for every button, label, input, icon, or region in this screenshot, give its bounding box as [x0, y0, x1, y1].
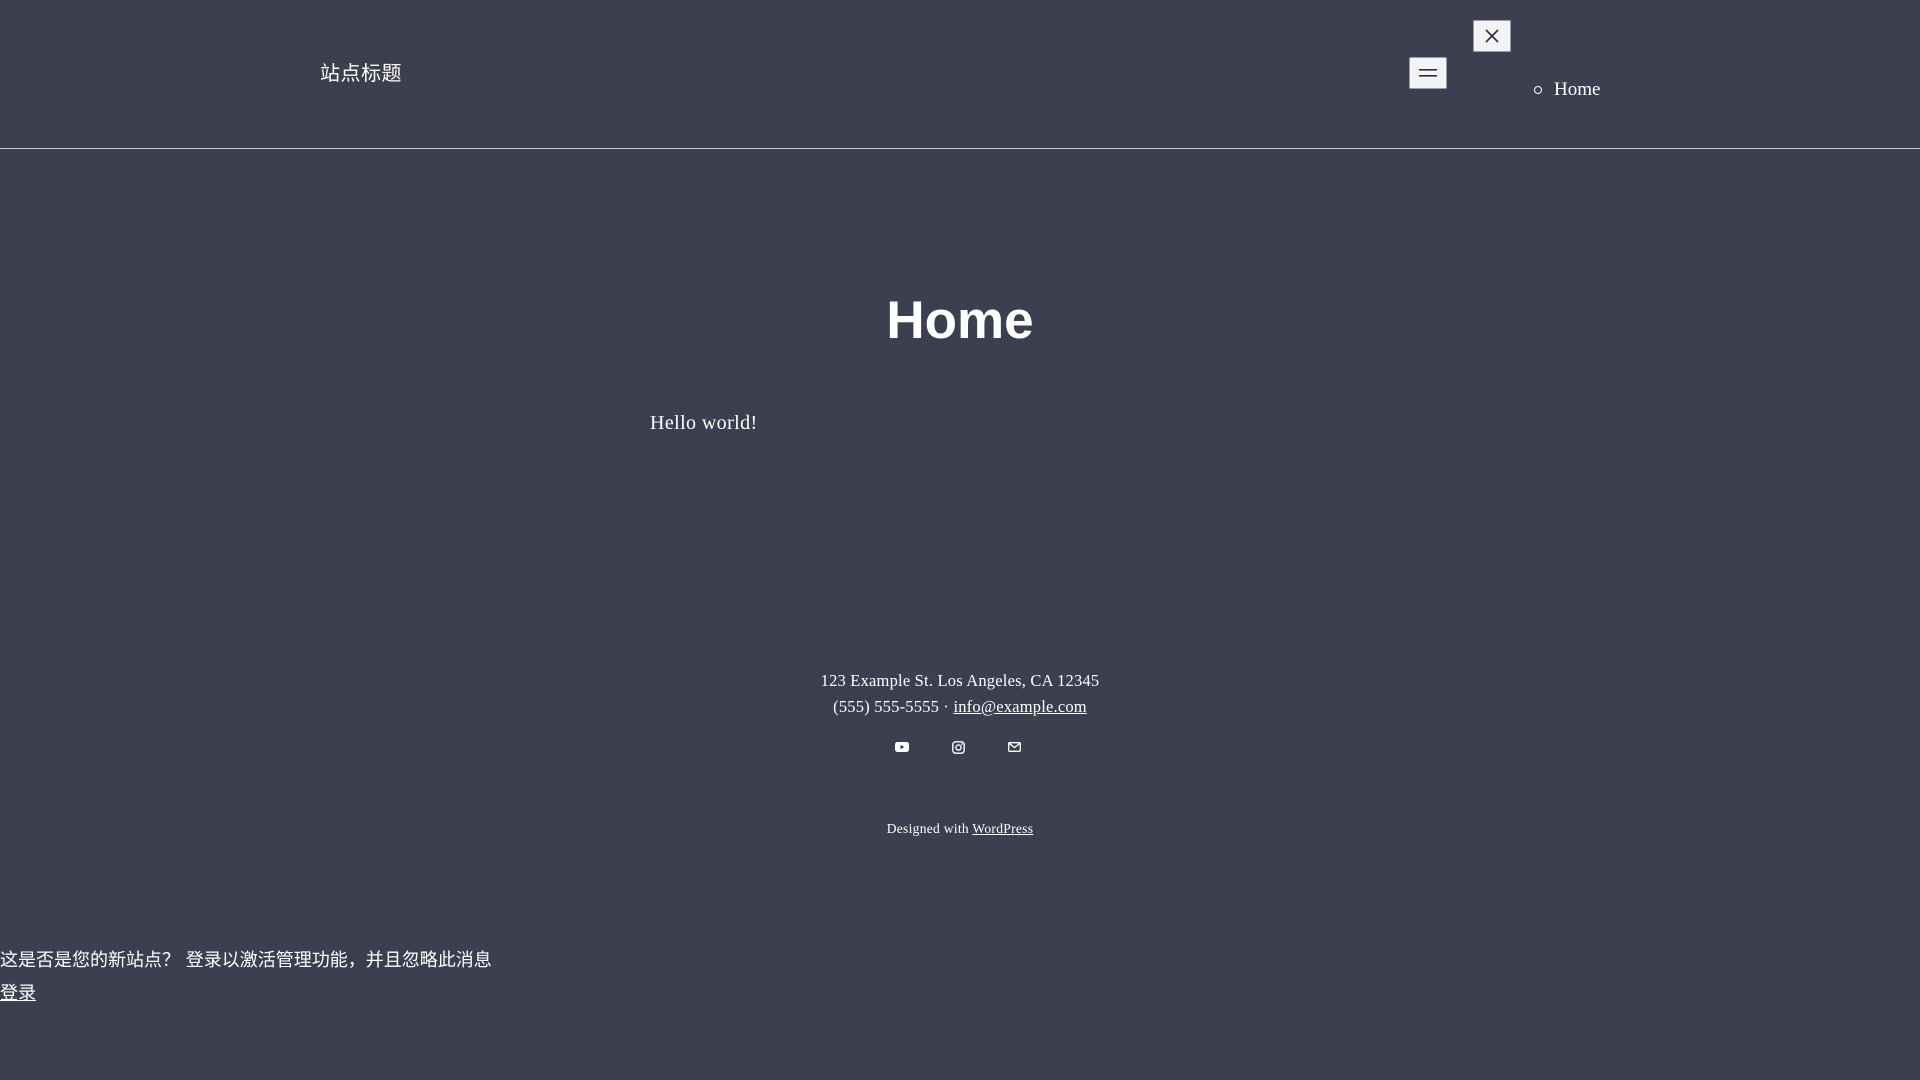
address-line: 123 Example St. Los Angeles, CA 12345	[820, 671, 1100, 690]
post-content: Hello world!	[650, 412, 758, 434]
site-title[interactable]: 站点标题	[320, 57, 402, 86]
email-link[interactable]: info@example.com	[953, 697, 1086, 716]
youtube-icon	[895, 742, 909, 752]
instagram-link[interactable]	[948, 737, 968, 757]
footer-credit: Designed with WordPress	[0, 821, 1920, 837]
credit-prefix: Designed with	[886, 821, 969, 836]
page: 站点标题 Home Home Hello world! 123 Example …	[0, 0, 1920, 1080]
separator: ·	[943, 697, 950, 716]
nav-item-home: Home	[1534, 79, 1600, 101]
login-link[interactable]: 登录	[0, 983, 36, 1004]
mail-link[interactable]	[1004, 737, 1024, 757]
notice-message: 这是否是您的新站点？ 登录以激活管理功能，并且忽略此消息	[0, 950, 492, 971]
wordpress-link[interactable]: WordPress	[972, 821, 1033, 836]
nav-link-home[interactable]: Home	[1554, 79, 1600, 101]
phone-number: (555) 555-5555	[833, 697, 940, 716]
new-site-notice: 这是否是您的新站点？ 登录以激活管理功能，并且忽略此消息 登录	[0, 944, 492, 1010]
social-links	[892, 737, 1024, 757]
header-divider	[0, 148, 1920, 149]
contact-info: 123 Example St. Los Angeles, CA 12345 (5…	[0, 668, 1920, 720]
close-icon	[1485, 29, 1499, 43]
contact-line: (555) 555-5555 · info@example.com	[0, 694, 1920, 720]
hamburger-icon	[1419, 69, 1437, 77]
youtube-link[interactable]	[892, 737, 912, 757]
mail-icon	[1007, 742, 1021, 752]
page-title: Home	[886, 291, 1034, 350]
close-menu-button[interactable]	[1473, 20, 1511, 52]
bullet-icon	[1534, 86, 1542, 94]
primary-nav: Home	[1534, 79, 1600, 101]
menu-toggle-button[interactable]	[1409, 57, 1447, 89]
instagram-icon	[951, 740, 965, 754]
